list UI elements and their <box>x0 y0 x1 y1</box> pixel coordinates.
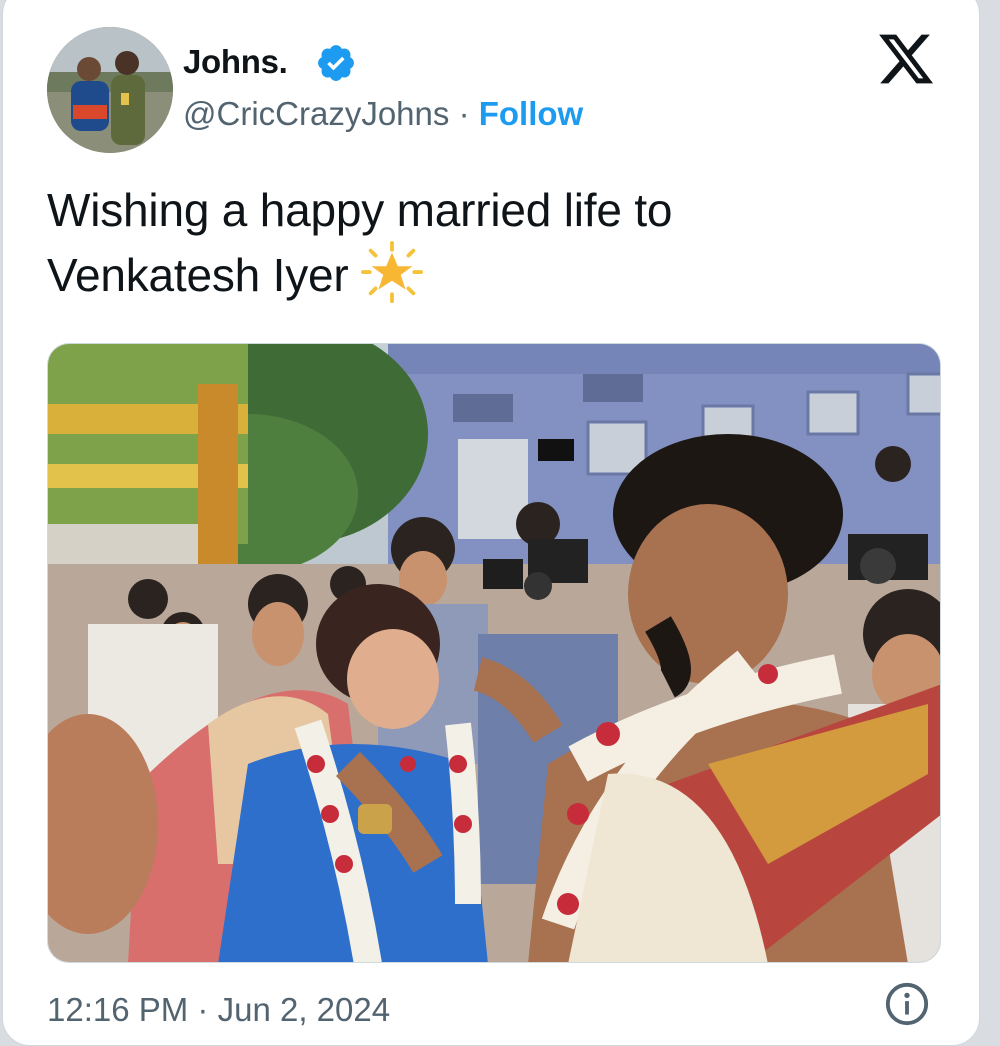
tweet-text-line-2: Venkatesh Iyer <box>47 241 947 306</box>
tweet-text: Wishing a happy married life to Venkates… <box>47 179 947 306</box>
wedding-photo <box>48 344 940 962</box>
meta-separator: · <box>197 991 209 1028</box>
tweet-text-line-1: Wishing a happy married life to <box>47 184 673 236</box>
handle-row: @CricCrazyJohns · Follow <box>183 95 583 133</box>
tweet-photo[interactable] <box>47 343 941 963</box>
display-name[interactable]: Johns. <box>183 43 288 81</box>
tweet-time[interactable]: 12:16 PM <box>47 991 188 1028</box>
author-handle[interactable]: @CricCrazyJohns <box>183 95 449 132</box>
tweet-card: Johns. @CricCrazyJohns · Follow Wishing … <box>2 0 980 1046</box>
separator-dot: · <box>458 95 470 132</box>
tweet-date[interactable]: Jun 2, 2024 <box>218 991 390 1028</box>
tweet-text-line-2-text: Venkatesh Iyer <box>47 249 349 301</box>
info-icon[interactable] <box>884 981 930 1027</box>
tweet-meta: 12:16 PM · Jun 2, 2024 <box>47 991 390 1029</box>
x-logo-icon[interactable] <box>873 29 939 89</box>
avatar[interactable] <box>47 27 173 153</box>
verified-badge-icon <box>318 45 354 81</box>
follow-button[interactable]: Follow <box>479 95 583 132</box>
sparkle-star-icon <box>361 241 424 303</box>
